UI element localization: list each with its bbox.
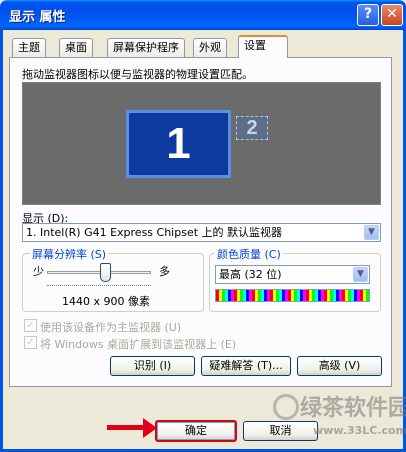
tab-themes[interactable]: 主题 xyxy=(12,38,46,57)
tab-screensaver[interactable]: 屏幕保护程序 xyxy=(107,38,185,57)
window-title: 显示 属性 xyxy=(9,10,66,25)
tab-settings[interactable]: 设置 xyxy=(238,35,288,58)
extend-desktop-checkbox[interactable]: ✓ xyxy=(24,336,37,349)
resolution-slider-track[interactable] xyxy=(47,271,151,274)
chevron-down-icon[interactable]: ▼ xyxy=(353,267,368,282)
color-quality-legend: 颜色质量 (C) xyxy=(215,246,283,262)
extend-desktop-label: 将 Windows 桌面扩展到该监视器上 (E) xyxy=(40,338,237,351)
watermark-url: www.33LC.com xyxy=(313,424,406,437)
resolution-value: 1440 x 900 像素 xyxy=(62,295,150,308)
advanced-button[interactable]: 高级 (V) xyxy=(297,356,382,376)
instruction-text: 拖动监视器图标以便与监视器的物理设置匹配。 xyxy=(22,68,253,81)
display-select-value: 1. Intel(R) G41 Express Chipset 上的 默认监视器 xyxy=(26,226,283,239)
slider-ticks xyxy=(47,285,151,288)
monitor-2-icon[interactable]: 2 xyxy=(236,116,268,140)
color-preview-bar xyxy=(215,289,370,302)
red-arrow xyxy=(107,425,147,430)
monitor-1-icon[interactable]: 1 xyxy=(126,110,231,178)
close-button[interactable]: ✕ xyxy=(381,4,403,26)
help-button[interactable]: ? xyxy=(357,4,379,26)
watermark-text: 绿茶软件园 xyxy=(300,396,406,421)
identify-button[interactable]: 识别 (I) xyxy=(110,356,195,376)
primary-monitor-label: 使用该设备作为主监视器 (U) xyxy=(40,321,182,334)
resolution-slider-thumb[interactable] xyxy=(100,263,111,282)
color-quality-value: 最高 (32 位) xyxy=(219,268,282,281)
watermark-logo-icon xyxy=(273,394,299,420)
troubleshoot-button[interactable]: 疑难解答 (T)... xyxy=(201,356,291,376)
display-select[interactable]: 1. Intel(R) G41 Express Chipset 上的 默认监视器… xyxy=(22,223,381,242)
tab-appearance[interactable]: 外观 xyxy=(193,38,227,57)
tab-desktop[interactable]: 桌面 xyxy=(59,38,93,57)
title-bar: 显示 属性 ? ✕ xyxy=(0,0,406,30)
primary-monitor-checkbox[interactable]: ✓ xyxy=(24,319,37,332)
resolution-max-label: 多 xyxy=(159,265,170,278)
resolution-legend: 屏幕分辨率 (S) xyxy=(30,246,109,262)
cancel-button[interactable]: 取消 xyxy=(243,421,318,441)
chevron-down-icon[interactable]: ▼ xyxy=(364,225,379,240)
color-quality-select[interactable]: 最高 (32 位) ▼ xyxy=(215,265,370,284)
ok-button[interactable]: 确定 xyxy=(155,420,237,442)
resolution-min-label: 少 xyxy=(33,265,44,278)
